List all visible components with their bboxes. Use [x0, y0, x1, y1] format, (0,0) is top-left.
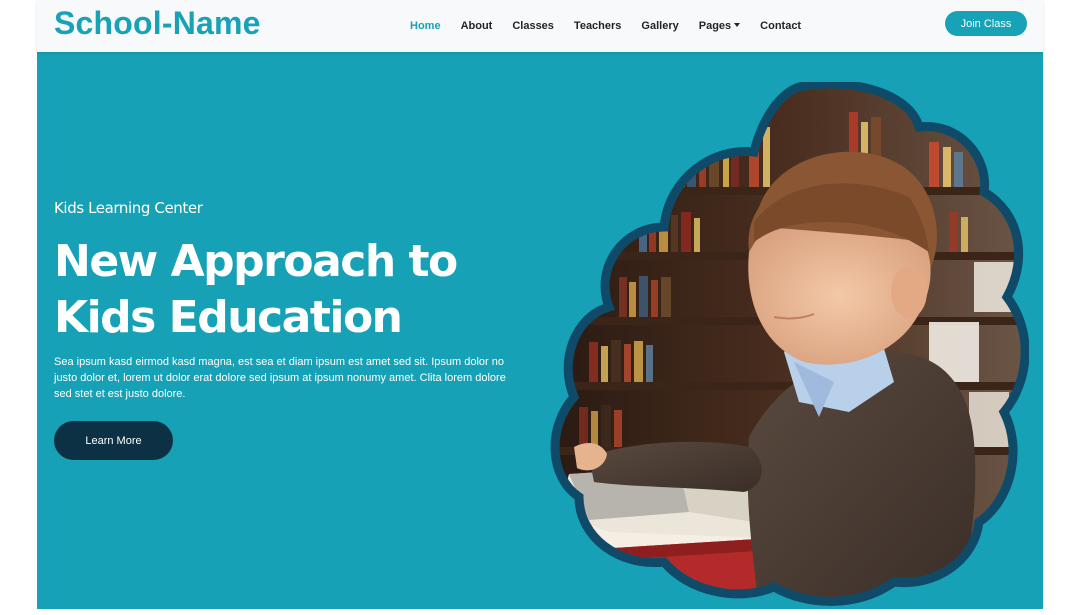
- hero-image: [550, 82, 1029, 606]
- hero-section: Kids Learning Center New Approach to Kid…: [37, 52, 1043, 609]
- nav-link-gallery[interactable]: Gallery: [641, 20, 678, 32]
- hero-subtitle: Kids Learning Center: [54, 199, 203, 217]
- learn-more-button[interactable]: Learn More: [54, 421, 173, 460]
- hero-title: New Approach to Kids Education: [54, 236, 458, 343]
- nav-link-teachers[interactable]: Teachers: [574, 20, 622, 32]
- nav-link-contact[interactable]: Contact: [760, 20, 801, 32]
- join-class-button[interactable]: Join Class: [945, 11, 1027, 36]
- brand-logo[interactable]: School-Name: [54, 5, 261, 41]
- page-bottom-edge: [0, 609, 1080, 615]
- nav-link-home[interactable]: Home: [410, 20, 441, 32]
- caret-down-icon: [734, 23, 741, 27]
- nav-dropdown-pages[interactable]: Pages: [698, 20, 741, 32]
- nav-menu: Home About Classes Teachers Gallery Page…: [410, 0, 821, 52]
- nav-link-pages-label: Pages: [698, 20, 732, 32]
- hero-text: Sea ipsum kasd eirmod kasd magna, est se…: [54, 356, 506, 400]
- nav-link-about[interactable]: About: [461, 20, 493, 32]
- page: School-Name Home About Classes Teachers …: [37, 0, 1043, 615]
- navbar: School-Name Home About Classes Teachers …: [37, 0, 1043, 52]
- nav-link-classes[interactable]: Classes: [512, 20, 554, 32]
